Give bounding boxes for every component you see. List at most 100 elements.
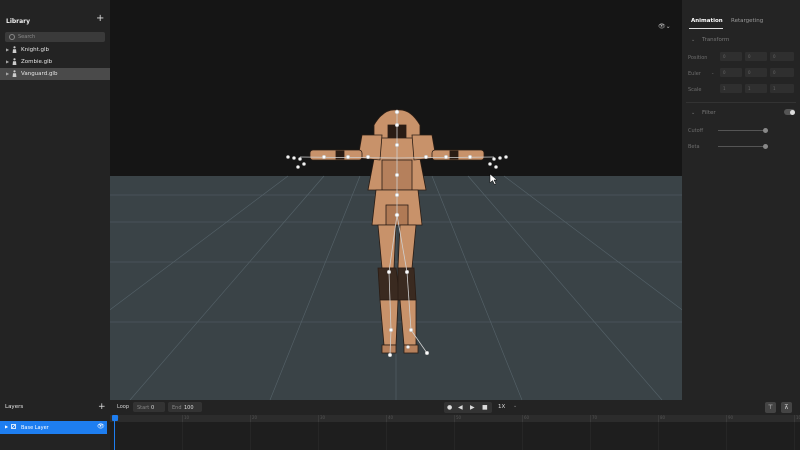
ruler-tick bbox=[658, 415, 659, 422]
track-grid-line bbox=[250, 422, 251, 450]
library-title: Library bbox=[6, 18, 31, 25]
start-label: Start bbox=[137, 404, 150, 411]
scale-y-field[interactable]: 1 bbox=[745, 84, 767, 93]
track-grid-line bbox=[726, 422, 727, 450]
playhead-line bbox=[114, 421, 115, 450]
scale-z-field[interactable]: 1 bbox=[770, 84, 794, 93]
ruler-tick-label: 70 bbox=[592, 415, 598, 420]
ruler-tick-label: 80 bbox=[660, 415, 666, 420]
visibility-eye-icon[interactable]: 👁 bbox=[97, 423, 105, 430]
expand-caret-icon[interactable]: ▶ bbox=[6, 59, 9, 64]
cutoff-slider-thumb[interactable] bbox=[763, 128, 768, 133]
ruler-tick bbox=[794, 415, 795, 422]
transform-section-title: Transform bbox=[702, 37, 730, 43]
search-icon bbox=[9, 34, 15, 40]
ruler-tick-label: 10 bbox=[184, 415, 190, 420]
beta-slider-thumb[interactable] bbox=[763, 144, 768, 149]
euler-y-field[interactable]: 0 bbox=[745, 68, 767, 77]
active-tab-indicator bbox=[689, 28, 723, 29]
library-item-vanguard[interactable]: ▶ Vanguard.glb bbox=[0, 68, 110, 80]
ruler-tick bbox=[454, 415, 455, 422]
play-button[interactable]: ▶ bbox=[470, 402, 475, 413]
scale-x-field[interactable]: 1 bbox=[720, 84, 742, 93]
end-value: 100 bbox=[184, 404, 194, 411]
ruler-tick-label: 60 bbox=[524, 415, 530, 420]
ruler-tick bbox=[250, 415, 251, 422]
ruler-tick-label: 100 bbox=[796, 415, 800, 420]
scene-render bbox=[110, 109, 682, 400]
start-value: 0 bbox=[151, 404, 155, 411]
collapse-chevron-icon[interactable]: ⌄ bbox=[691, 110, 695, 116]
track-grid-line bbox=[658, 422, 659, 450]
timeline-tracks[interactable] bbox=[110, 422, 800, 450]
ruler-tick-label: 40 bbox=[388, 415, 394, 420]
ruler-tick-label: 30 bbox=[320, 415, 326, 420]
library-item-label: Knight.glb bbox=[21, 46, 50, 53]
playhead-handle[interactable] bbox=[112, 415, 118, 421]
position-y-field[interactable]: 0 bbox=[745, 52, 767, 61]
position-label: Position bbox=[688, 55, 708, 61]
person-icon bbox=[12, 70, 17, 77]
beta-label: Beta bbox=[688, 144, 700, 150]
view-options-eye-icon[interactable]: 👁⌄ bbox=[658, 23, 671, 30]
ruler-tick bbox=[590, 415, 591, 422]
add-layer-button[interactable]: + bbox=[98, 402, 106, 412]
tab-animation[interactable]: Animation bbox=[691, 18, 723, 24]
track-grid-line bbox=[386, 422, 387, 450]
library-item-label: Zombie.glb bbox=[21, 58, 53, 65]
scale-label: Scale bbox=[688, 87, 702, 93]
library-item-label: Vanguard.glb bbox=[21, 70, 58, 77]
ruler-tick bbox=[522, 415, 523, 422]
loop-label[interactable]: Loop bbox=[117, 404, 129, 410]
ruler-tick bbox=[182, 415, 183, 422]
toggle-knob bbox=[789, 109, 795, 115]
euler-z-field[interactable]: 0 bbox=[770, 68, 794, 77]
add-asset-button[interactable]: + bbox=[96, 14, 104, 24]
expand-caret-icon[interactable]: ▶ bbox=[5, 424, 8, 429]
end-label: End bbox=[172, 404, 182, 411]
playback-speed-select[interactable]: 1X bbox=[498, 404, 505, 410]
track-grid-line bbox=[590, 422, 591, 450]
search-input[interactable] bbox=[18, 33, 98, 41]
ruler-tick-label: 20 bbox=[252, 415, 258, 420]
ruler-tick bbox=[386, 415, 387, 422]
track-grid-line bbox=[454, 422, 455, 450]
timeline-ruler[interactable]: 0102030405060708090100 bbox=[110, 415, 800, 422]
ruler-tick bbox=[318, 415, 319, 422]
start-frame-field[interactable]: Start 0 bbox=[133, 402, 165, 412]
cutoff-label: Cutoff bbox=[688, 128, 704, 134]
euler-x-field[interactable]: 0 bbox=[720, 68, 742, 77]
section-divider bbox=[686, 102, 796, 103]
library-item-zombie[interactable]: ▶ Zombie.glb bbox=[0, 56, 110, 68]
record-button[interactable]: ● bbox=[447, 402, 452, 413]
tab-retargeting[interactable]: Retargeting bbox=[731, 18, 763, 24]
track-grid-line bbox=[182, 422, 183, 450]
step-back-button[interactable]: ◀ bbox=[458, 402, 463, 413]
person-icon bbox=[12, 58, 17, 65]
snap-tool-button[interactable]: ⊤ bbox=[765, 402, 776, 413]
ruler-tick-label: 90 bbox=[728, 415, 734, 420]
cutoff-slider-track[interactable] bbox=[718, 130, 768, 131]
layer-icon bbox=[11, 424, 16, 429]
ruler-tick bbox=[726, 415, 727, 422]
stop-button[interactable]: ■ bbox=[482, 402, 488, 413]
library-item-knight[interactable]: ▶ Knight.glb bbox=[0, 44, 110, 56]
layer-item-base[interactable] bbox=[0, 421, 107, 434]
position-x-field[interactable]: 0 bbox=[720, 52, 742, 61]
euler-label: Euler bbox=[688, 71, 701, 77]
layer-label: Base Layer bbox=[21, 424, 49, 431]
3d-viewport[interactable] bbox=[110, 0, 682, 400]
filter-section-title: Filter bbox=[702, 110, 716, 116]
euler-order-chevron-icon[interactable]: ⌄ bbox=[711, 70, 714, 75]
filter-toggle[interactable] bbox=[784, 109, 795, 115]
collapse-chevron-icon[interactable]: ⌄ bbox=[691, 37, 695, 43]
fit-timeline-button[interactable]: ⊼ bbox=[781, 402, 792, 413]
position-z-field[interactable]: 0 bbox=[770, 52, 794, 61]
end-frame-field[interactable]: End 100 bbox=[168, 402, 202, 412]
beta-slider-track[interactable] bbox=[718, 146, 768, 147]
chevron-down-icon[interactable]: ⌄ bbox=[513, 403, 517, 409]
track-grid-line bbox=[522, 422, 523, 450]
layers-title: Layers bbox=[5, 404, 24, 410]
expand-caret-icon[interactable]: ▶ bbox=[6, 71, 9, 76]
expand-caret-icon[interactable]: ▶ bbox=[6, 47, 9, 52]
